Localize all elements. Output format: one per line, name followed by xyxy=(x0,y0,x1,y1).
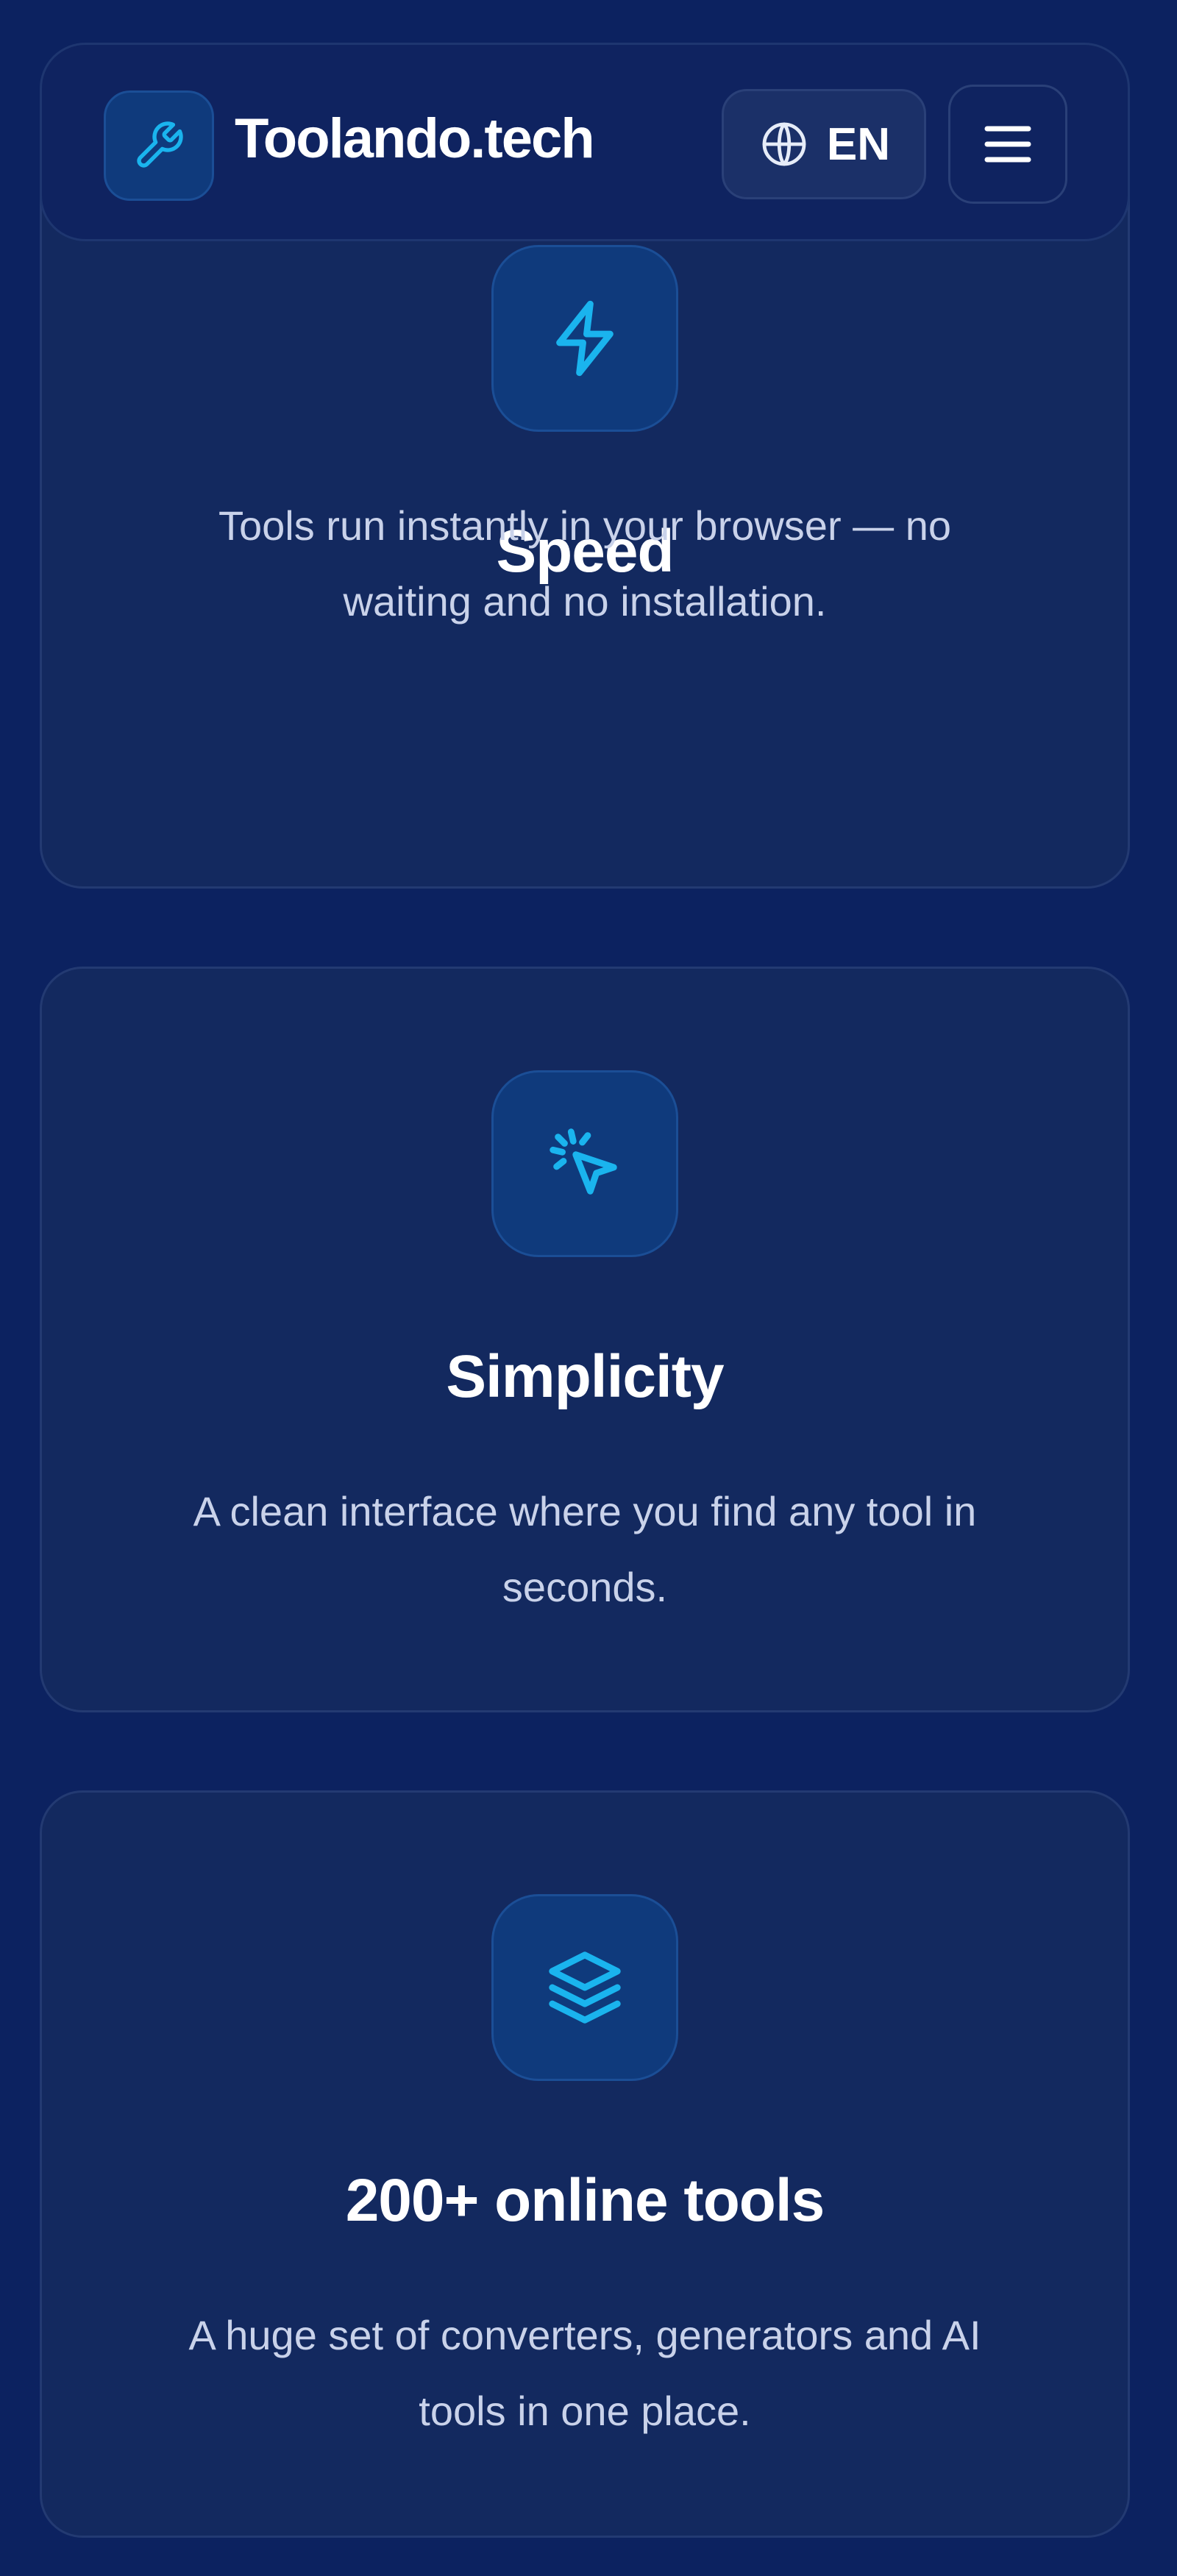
feature-title: Simplicity xyxy=(446,1343,724,1410)
wrench-icon xyxy=(137,121,183,168)
feature-title: 200+ online tools xyxy=(345,2167,825,2234)
feature-icon-box xyxy=(491,1894,678,2081)
site-header: Toolando.tech EN xyxy=(40,43,1130,241)
feature-icon-box xyxy=(491,245,678,432)
hamburger-menu-icon xyxy=(984,126,1031,163)
cursor-click-icon xyxy=(550,1128,617,1195)
feature-icon-box xyxy=(491,1070,678,1257)
feature-description: A huge set of converters, generators and… xyxy=(188,2312,981,2434)
page: Speed Tools run instantly in your browse… xyxy=(0,0,1177,2576)
logo[interactable] xyxy=(104,90,214,201)
lightning-bolt-icon xyxy=(556,300,614,377)
site-name[interactable]: Toolando.tech xyxy=(235,107,595,171)
menu-button[interactable] xyxy=(948,85,1067,204)
globe-icon xyxy=(762,122,806,166)
feature-description: Tools run instantly in your browser — no… xyxy=(218,502,951,625)
feature-card-simplicity: Simplicity A clean interface where you f… xyxy=(40,967,1130,1712)
language-button[interactable]: EN xyxy=(722,89,926,199)
language-label: EN xyxy=(826,118,891,170)
feature-description: A clean interface where you find any too… xyxy=(193,1488,977,1610)
layers-stack-icon xyxy=(549,1951,621,2024)
feature-card-tools: 200+ online tools A huge set of converte… xyxy=(40,1790,1130,2538)
